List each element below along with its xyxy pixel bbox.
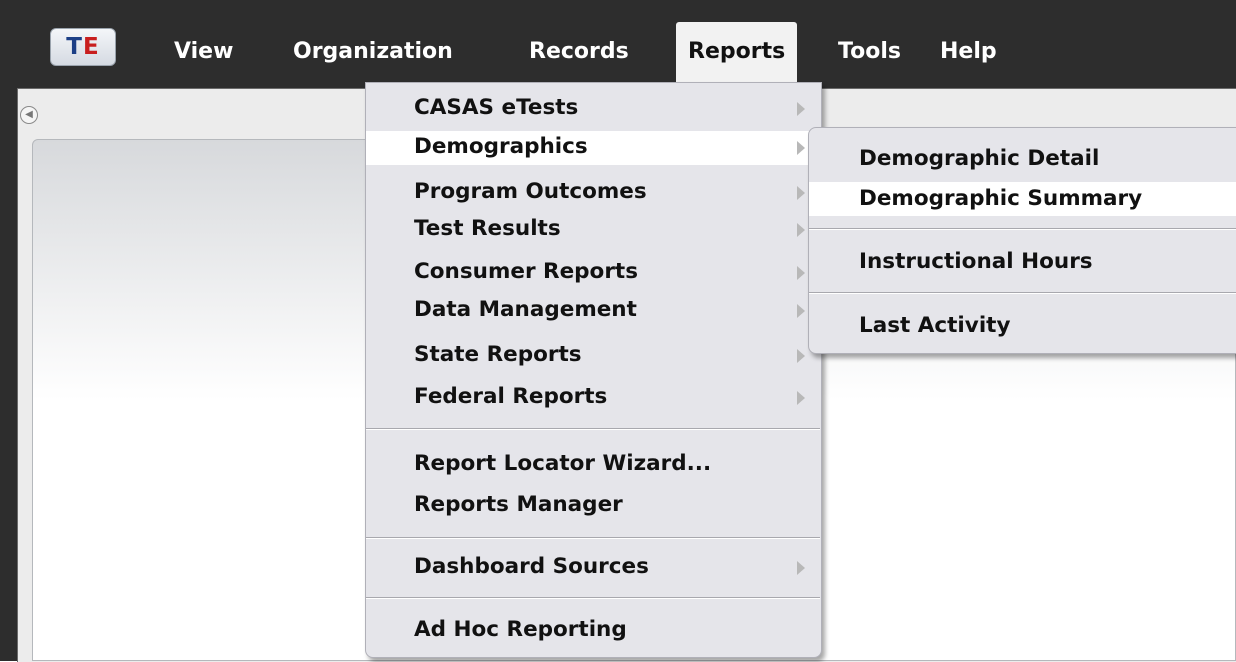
triangle-right-icon (797, 349, 805, 363)
submenu-item-label: Last Activity (859, 313, 1011, 338)
menu-item-reports-manager[interactable]: Reports Manager (366, 489, 820, 523)
submenu-item-label: Demographic Detail (859, 146, 1100, 171)
menu-item-label: Data Management (414, 297, 637, 322)
menu-organization[interactable]: Organization (293, 22, 453, 82)
menu-separator (366, 428, 820, 430)
menu-item-ad-hoc-reporting[interactable]: Ad Hoc Reporting (366, 614, 820, 648)
submenu-item-last-activity[interactable]: Last Activity (809, 309, 1236, 343)
menu-item-label: Reports Manager (414, 492, 623, 517)
demographics-submenu: Demographic Detail Demographic Summary I… (808, 127, 1236, 354)
menu-reports[interactable]: Reports (676, 22, 798, 82)
submenu-item-label: Demographic Summary (859, 186, 1143, 211)
menu-item-label: Dashboard Sources (414, 554, 649, 579)
submenu-item-demographic-detail[interactable]: Demographic Detail (809, 142, 1236, 176)
triangle-right-icon (797, 266, 805, 280)
menu-item-test-results[interactable]: Test Results (366, 213, 820, 247)
menu-separator (366, 537, 820, 539)
menu-separator (366, 597, 820, 599)
menu-item-label: Consumer Reports (414, 259, 639, 284)
triangle-right-icon (797, 561, 805, 575)
submenu-item-label: Instructional Hours (859, 249, 1093, 274)
triangle-right-icon (797, 223, 805, 237)
submenu-item-demographic-summary[interactable]: Demographic Summary (809, 182, 1236, 216)
logo-letter-e: E (82, 34, 100, 60)
menu-item-label: Report Locator Wizard... (414, 451, 712, 476)
menu-item-label: Demographics (414, 134, 588, 159)
submenu-separator (809, 292, 1236, 294)
reports-dropdown: CASAS eTests Demographics Program Outcom… (365, 82, 822, 658)
menu-item-federal-reports[interactable]: Federal Reports (366, 381, 820, 415)
triangle-right-icon (797, 102, 805, 116)
menu-item-label: Ad Hoc Reporting (414, 617, 627, 642)
triangle-right-icon (797, 391, 805, 405)
te-logo[interactable]: TE (50, 28, 116, 66)
menu-item-program-outcomes[interactable]: Program Outcomes (366, 176, 820, 210)
logo-letter-t: T (66, 34, 83, 60)
menu-item-label: CASAS eTests (414, 95, 579, 120)
menu-item-data-management[interactable]: Data Management (366, 294, 820, 328)
menu-item-dashboard-sources[interactable]: Dashboard Sources (366, 551, 820, 585)
triangle-right-icon (797, 141, 805, 155)
menu-item-label: State Reports (414, 342, 582, 367)
menu-records[interactable]: Records (529, 22, 629, 82)
submenu-item-instructional-hours[interactable]: Instructional Hours (809, 245, 1236, 279)
menu-item-state-reports[interactable]: State Reports (366, 339, 820, 373)
triangle-right-icon (797, 304, 805, 318)
menu-help[interactable]: Help (940, 22, 997, 82)
menu-tools[interactable]: Tools (838, 22, 901, 82)
menu-item-label: Federal Reports (414, 384, 608, 409)
menu-item-consumer-reports[interactable]: Consumer Reports (366, 256, 820, 290)
menu-item-casas-etests[interactable]: CASAS eTests (366, 92, 820, 126)
menu-item-demographics[interactable]: Demographics (366, 131, 820, 165)
menu-item-label: Test Results (414, 216, 561, 241)
menu-item-label: Program Outcomes (414, 179, 647, 204)
menu-item-report-locator-wizard[interactable]: Report Locator Wizard... (366, 448, 820, 482)
chevron-left-icon[interactable]: ◀ (20, 106, 38, 124)
triangle-right-icon (797, 186, 805, 200)
submenu-separator (809, 228, 1236, 230)
menu-view[interactable]: View (174, 22, 233, 82)
